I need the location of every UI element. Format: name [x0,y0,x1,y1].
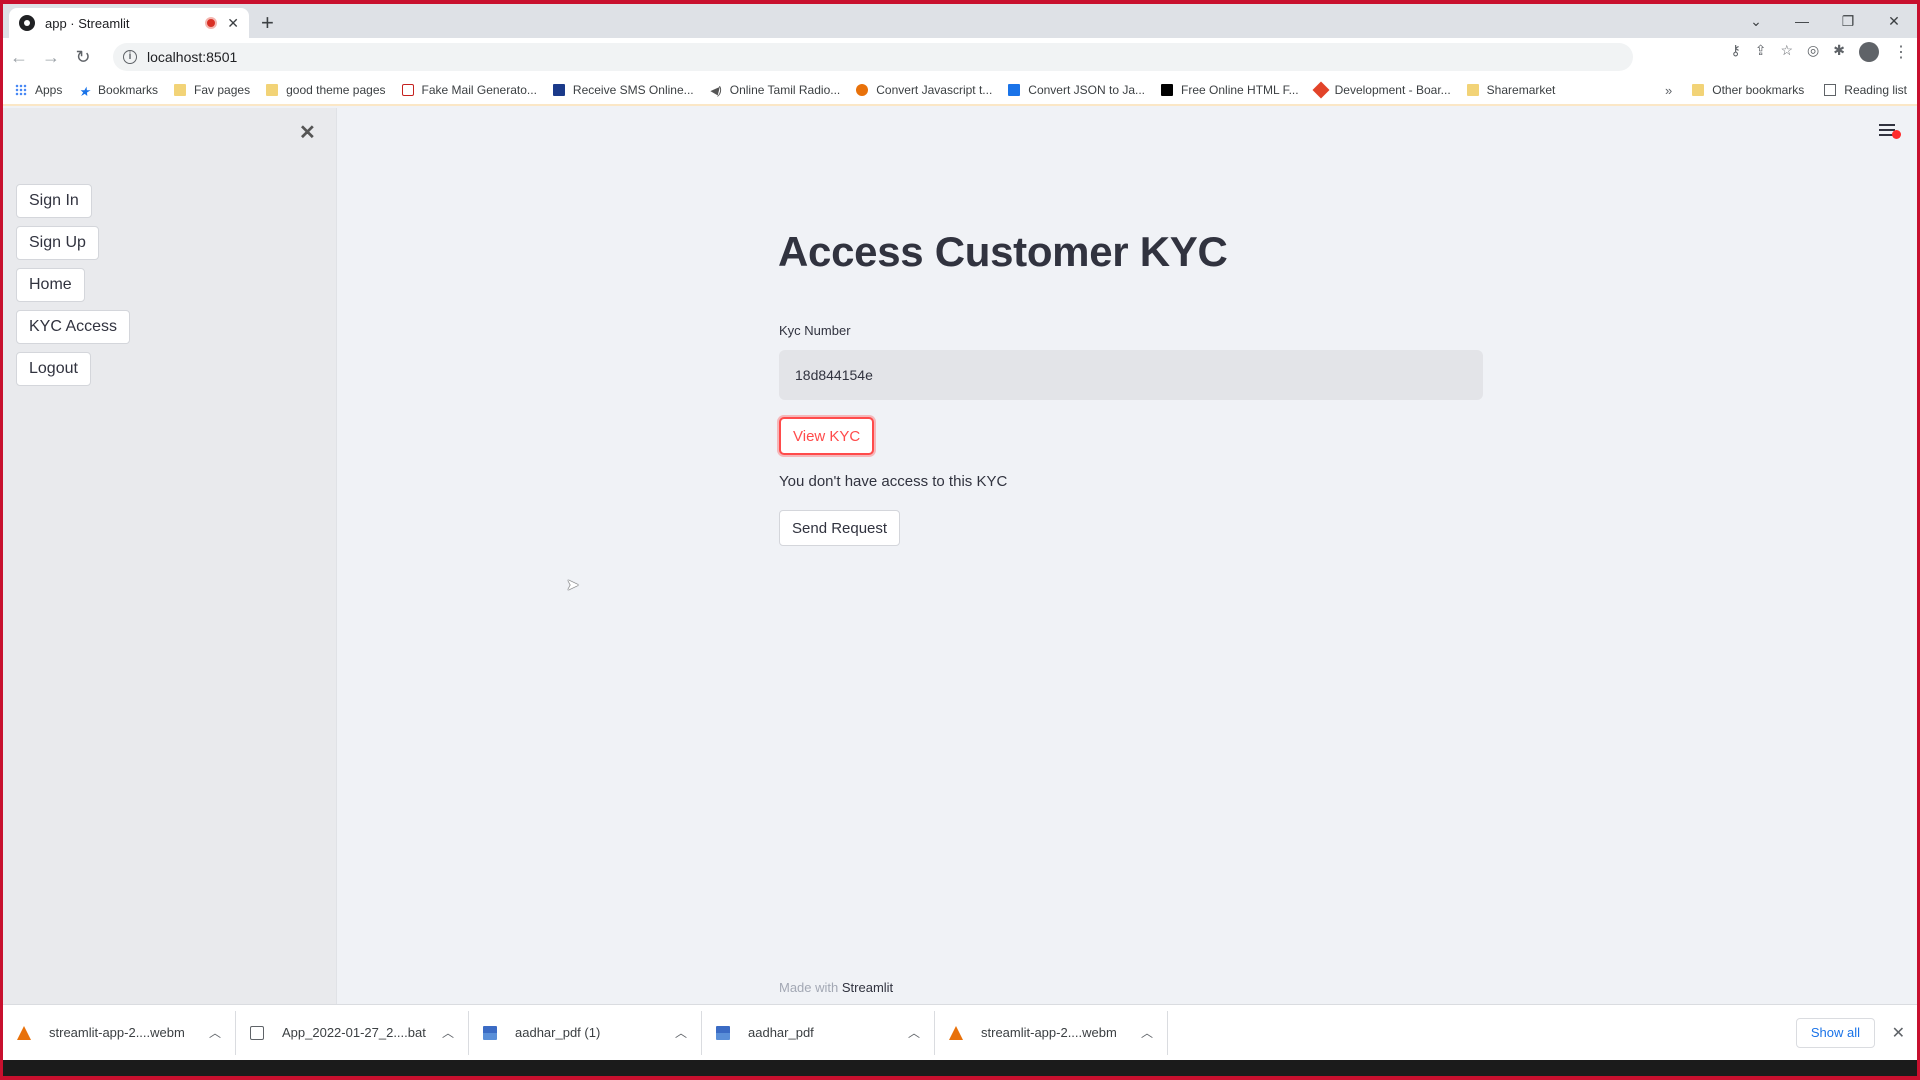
gitlab-icon [1312,81,1330,99]
download-item[interactable]: streamlit-app-2....webm ︿ [3,1010,236,1055]
chevron-up-icon[interactable]: ︿ [1141,1024,1153,1041]
footer-streamlit-link[interactable]: Streamlit [842,980,893,995]
bookmarks-right: » Other bookmarks Reading list [1665,83,1907,98]
pdf-file-icon [483,1025,497,1040]
footer-prefix: Made with [779,980,842,995]
bookmark-sharemarket[interactable]: Sharemarket [1466,83,1555,97]
bookmark-fav-pages[interactable]: Fav pages [174,83,250,97]
kyc-access-button[interactable]: KYC Access [16,310,131,344]
show-all-downloads-button[interactable]: Show all [1795,1017,1875,1048]
bookmark-apps[interactable]: Apps [15,83,62,97]
tab-strip: app · Streamlit ✕ + ⌄ — ❐ ✕ [3,4,1917,38]
footer: Made with Streamlit [779,980,893,995]
key-icon[interactable]: ⚷ [1730,42,1740,62]
ff-icon [1161,84,1174,96]
kyc-number-label: Kyc Number [779,323,851,338]
forward-icon[interactable]: → [35,47,67,68]
streamlit-favicon-icon [19,15,35,31]
tab-search-icon[interactable]: ⌄ [1733,4,1779,38]
minimize-icon[interactable]: — [1779,4,1825,38]
envelope-icon [552,84,565,96]
folder-icon [266,84,279,96]
json-icon [1008,84,1021,96]
profile-avatar[interactable] [1859,42,1879,62]
star-icon: ★ [78,84,91,99]
sidebar: ✕ Sign In Sign Up Home KYC Access Logout [3,108,337,1008]
bookmark-fake-mail[interactable]: Fake Mail Generato... [401,83,537,97]
chevron-up-icon[interactable]: ︿ [442,1024,454,1041]
download-shelf-close-icon[interactable]: ✕ [1892,1023,1905,1043]
browser-toolbar: ← → ↻ i localhost:8501 ⚷ ⇪ ☆ ◎ ✱ ⋮ [3,38,1917,76]
back-icon[interactable]: ← [3,47,35,68]
download-item[interactable]: aadhar_pdf ︿ [702,1010,935,1055]
sign-in-button[interactable]: Sign In [16,184,92,218]
bookmark-tamil-radio[interactable]: ◀) Online Tamil Radio... [710,83,841,97]
bookmark-other[interactable]: Other bookmarks [1692,83,1804,97]
puzzle-icon[interactable]: ✱ [1833,42,1845,62]
mail-icon [401,84,414,96]
bookmark-html-formatter[interactable]: Free Online HTML F... [1161,83,1299,97]
bookmark-convert-js[interactable]: Convert Javascript t... [856,83,992,97]
download-item[interactable]: aadhar_pdf (1) ︿ [469,1010,702,1055]
apps-grid-icon [15,84,27,96]
chevron-up-icon[interactable]: ︿ [675,1024,687,1041]
browser-menu-icon[interactable]: ⋮ [1893,42,1909,62]
radio-icon: ◀) [709,85,722,97]
view-kyc-button[interactable]: View KYC [779,417,875,455]
vlc-icon [949,1025,963,1040]
site-info-icon[interactable]: i [123,50,137,64]
js-icon [856,84,869,96]
recording-icon [205,17,218,29]
folder-icon [1692,84,1705,96]
bookmarks-overflow-icon[interactable]: » [1665,83,1672,98]
download-item[interactable]: streamlit-app-2....webm ︿ [935,1010,1168,1055]
bookmark-convert-json[interactable]: Convert JSON to Ja... [1008,83,1145,97]
sidebar-close-icon[interactable]: ✕ [299,120,316,145]
bookmark-development[interactable]: Development - Boar... [1312,81,1451,99]
home-button[interactable]: Home [16,268,85,302]
pdf-file-icon [716,1025,730,1040]
folder-icon [1466,84,1479,96]
vlc-icon [17,1025,31,1040]
bookmark-receive-sms[interactable]: Receive SMS Online... [552,83,694,97]
share-icon[interactable]: ⇪ [1755,42,1767,62]
url-text: localhost:8501 [147,49,238,65]
new-tab-button[interactable]: + [261,10,274,36]
chevron-up-icon[interactable]: ︿ [908,1024,920,1041]
download-item[interactable]: App_2022-01-27_2....bat ︿ [236,1010,469,1055]
send-request-button[interactable]: Send Request [779,510,901,546]
kyc-number-input[interactable] [779,350,1483,400]
tab-title: app · Streamlit [45,15,130,31]
tab-close-icon[interactable]: ✕ [227,15,239,32]
window-close-icon[interactable]: ✕ [1871,4,1917,38]
browser-window: app · Streamlit ✕ + ⌄ — ❐ ✕ ← → ↻ i loca… [3,4,1917,1060]
toolbar-icons: ⚷ ⇪ ☆ ◎ ✱ ⋮ [1730,42,1909,62]
restore-icon[interactable]: ❐ [1825,4,1871,38]
logout-button[interactable]: Logout [16,352,91,386]
bookmark-good-theme-pages[interactable]: good theme pages [266,83,386,97]
download-shelf: streamlit-app-2....webm ︿ App_2022-01-27_… [3,1004,1917,1060]
mouse-cursor-icon: ➤ [566,577,580,594]
bookmarks-bar: Apps ★ Bookmarks Fav pages good theme pag… [3,76,1917,106]
taskbar-strip [3,1060,1917,1076]
reload-icon[interactable]: ↻ [67,47,99,68]
window-controls: ⌄ — ❐ ✕ [1733,4,1917,38]
extension-icon[interactable]: ◎ [1807,42,1819,62]
bookmark-star-icon[interactable]: ☆ [1780,42,1793,62]
chevron-up-icon[interactable]: ︿ [209,1024,221,1041]
tab-app[interactable]: app · Streamlit ✕ [9,8,249,38]
sign-up-button[interactable]: Sign Up [16,226,99,260]
bookmark-bookmarks[interactable]: ★ Bookmarks [78,83,158,99]
address-bar[interactable]: i localhost:8501 [113,43,1633,71]
bat-file-icon [250,1025,264,1040]
no-access-message: You don't have access to this KYC [779,473,1008,490]
main-content: Access Customer KYC Kyc Number View KYC … [337,108,1917,1008]
notification-dot [1892,130,1901,139]
streamlit-app: ✕ Sign In Sign Up Home KYC Access Logout… [3,108,1917,1008]
reading-list[interactable]: Reading list [1824,83,1907,97]
reading-list-icon [1824,84,1837,96]
folder-icon [174,84,187,96]
page-title: Access Customer KYC [778,228,1228,275]
hamburger-menu-icon[interactable] [1879,124,1901,139]
